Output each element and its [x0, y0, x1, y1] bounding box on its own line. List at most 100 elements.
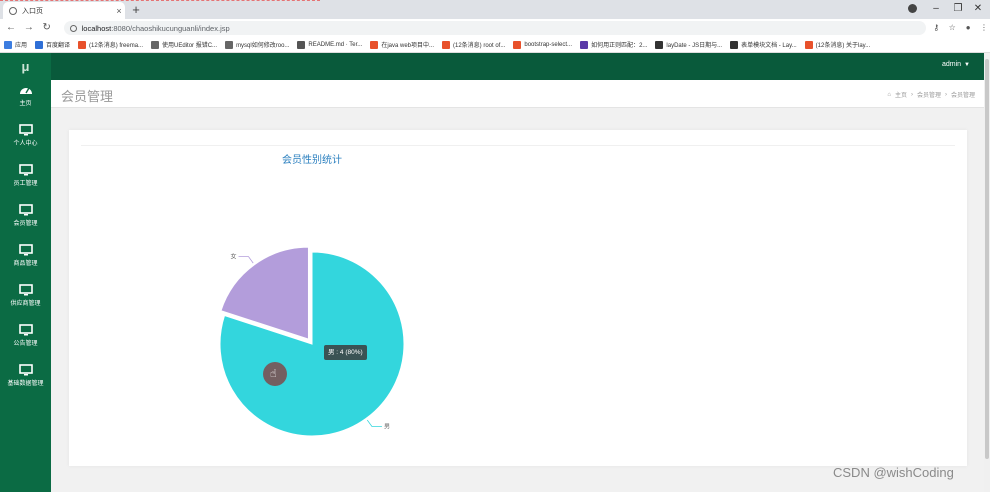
pie-label-line: [238, 256, 254, 264]
bookmark-icon: [580, 40, 589, 49]
bookmark-item[interactable]: README.md · Ter...: [297, 40, 363, 49]
bookmark-icon: [730, 40, 739, 49]
profile-icon[interactable]: ●: [962, 22, 974, 34]
new-tab-button[interactable]: +: [129, 3, 143, 17]
bookmark-item[interactable]: 在java web项目中...: [370, 40, 434, 49]
address-bar-row: ← → ↻ localhost:8080/chaoshikucunguanli/…: [0, 19, 990, 37]
bookmark-icon: [655, 40, 664, 49]
sidebar-item[interactable]: 基础数据管理: [0, 360, 51, 400]
breadcrumb-separator: ›: [944, 91, 947, 98]
bookmark-item[interactable]: 如何用正则匹配：2...: [580, 40, 647, 49]
bookmark-label: (12条消息) 关于lay...: [815, 43, 871, 49]
sidebar-item[interactable]: 公告管理: [0, 320, 51, 360]
breadcrumb-home[interactable]: 主页: [895, 90, 907, 99]
bookmark-icon: [4, 40, 12, 49]
bookmark-label: layDate - JS日期与...: [666, 43, 723, 49]
browser-tab-strip: 入口页 × + – ❐ ✕: [0, 0, 990, 19]
breadcrumb: ⌂ 主页 › 会员管理 › 会员管理: [887, 90, 975, 100]
bookmark-icon: [804, 40, 813, 49]
pie-label: 女: [231, 253, 237, 261]
record-icon[interactable]: [908, 4, 917, 13]
chart-tooltip: 男 : 4 (80%): [324, 345, 367, 360]
bookmark-label: 百度翻译: [46, 43, 71, 49]
sidebar-item[interactable]: 商品管理: [0, 240, 51, 280]
bookmarks-bar: 应用 百度翻译 (12条消息) freema... 使用UEditor 报错C... m…: [0, 37, 990, 53]
site-info-icon[interactable]: [69, 24, 77, 32]
bookmark-icon: [78, 40, 87, 49]
monitor-icon: [18, 364, 33, 376]
bookmark-item[interactable]: 表单模块文档 - Lay...: [730, 40, 797, 49]
bookmark-icon: [442, 40, 450, 49]
red-dashed-line: [0, 0, 320, 1]
sidebar-item[interactable]: 会员管理: [0, 200, 51, 240]
bookmark-item[interactable]: bootstrap-select...: [513, 40, 573, 49]
bookmark-label: (12条消息) freema...: [89, 43, 144, 49]
star-icon[interactable]: ☆: [946, 22, 958, 34]
page-title: 会员管理: [61, 89, 114, 104]
monitor-icon: [18, 284, 33, 296]
key-icon[interactable]: ⚷: [930, 22, 942, 34]
close-tab-icon[interactable]: ×: [113, 6, 125, 16]
pie-label-line: [366, 419, 382, 427]
url-field[interactable]: localhost:8080/chaoshikucunguanli/index.…: [63, 21, 927, 35]
bookmark-item[interactable]: (12条消息) freema...: [78, 40, 143, 49]
close-window-button[interactable]: ✕: [968, 2, 988, 16]
bookmark-item[interactable]: 应用: [4, 40, 27, 49]
bookmark-item[interactable]: layDate - JS日期与...: [655, 40, 722, 49]
breadcrumb-section[interactable]: 会员管理: [917, 90, 941, 99]
bookmark-label: 应用: [15, 43, 28, 49]
reload-icon[interactable]: ↻: [40, 21, 54, 35]
hand-cursor-icon: ☝: [270, 368, 277, 380]
user-menu[interactable]: admin ▼: [942, 53, 970, 80]
bookmark-item[interactable]: 使用UEditor 报错C...: [151, 40, 217, 49]
bookmark-item[interactable]: mysql如何修改roo...: [225, 40, 289, 49]
sidebar-item[interactable]: 供应商管理: [0, 280, 51, 320]
bookmark-icon: [225, 40, 234, 49]
scrollbar-thumb[interactable]: [985, 59, 989, 459]
sidebar-label: 个人中心: [13, 141, 38, 147]
monitor-icon: [18, 324, 33, 336]
pie-label: 男: [384, 424, 390, 431]
bookmark-label: bootstrap-select...: [524, 41, 573, 48]
restore-button[interactable]: ❐: [948, 2, 968, 16]
page-header: 会员管理 ⌂ 主页 › 会员管理 › 会员管理: [51, 80, 990, 108]
sidebar-label: 主页: [19, 101, 32, 107]
dashboard-icon: [19, 87, 32, 94]
bookmark-item[interactable]: (12条消息) 关于lay...: [804, 40, 871, 49]
sidebar-label: 公告管理: [13, 341, 38, 347]
tab-title: 入口页: [22, 7, 43, 15]
pie-chart: 男女: [219, 246, 405, 437]
bookmark-label: README.md · Ter...: [308, 41, 363, 48]
bookmark-icon: [35, 40, 44, 49]
sidebar-item[interactable]: 个人中心: [0, 120, 51, 160]
sidebar-label: 会员管理: [13, 221, 38, 227]
url-host: localhost: [81, 23, 112, 33]
watermark: CSDN @wishCoding: [833, 465, 954, 480]
scrollbar[interactable]: [984, 53, 990, 492]
bookmark-item[interactable]: 百度翻译: [35, 40, 70, 49]
minimize-button[interactable]: –: [926, 2, 946, 16]
sidebar: μ 主页 个人中心 员工管理 会员管理 商品管理 供应商管理 公告管理 基础数据管理: [0, 53, 51, 492]
browser-tab[interactable]: 入口页 ×: [3, 2, 125, 19]
home-icon: ⌂: [887, 91, 891, 98]
bookmark-label: 使用UEditor 报错C...: [162, 43, 218, 49]
menu-icon[interactable]: ⋮: [978, 22, 990, 34]
bookmark-label: (12条消息) root of...: [453, 43, 506, 49]
forward-arrow-icon[interactable]: →: [22, 21, 36, 35]
bookmark-item[interactable]: (12条消息) root of...: [442, 40, 505, 49]
top-nav-bar: admin ▼: [51, 53, 990, 80]
mouse-cursor-highlight: ☝: [263, 362, 287, 386]
user-name: admin: [941, 61, 962, 68]
sidebar-item[interactable]: 员工管理: [0, 160, 51, 200]
monitor-icon: [18, 244, 33, 256]
sidebar-label: 供应商管理: [10, 301, 41, 307]
chart-card: 会员性别统计 男女 男 : 4 (80%) ☝: [69, 130, 967, 466]
main-content: 会员性别统计 男女 男 : 4 (80%) ☝: [51, 108, 990, 492]
monitor-icon: [18, 124, 33, 136]
sidebar-label: 商品管理: [13, 261, 38, 267]
sidebar-label: 基础数据管理: [7, 381, 44, 387]
back-arrow-icon[interactable]: ←: [4, 21, 18, 35]
sidebar-item[interactable]: 主页: [0, 80, 51, 120]
bookmark-label: 表单模块文档 - Lay...: [741, 43, 797, 49]
breadcrumb-current: 会员管理: [950, 93, 975, 99]
